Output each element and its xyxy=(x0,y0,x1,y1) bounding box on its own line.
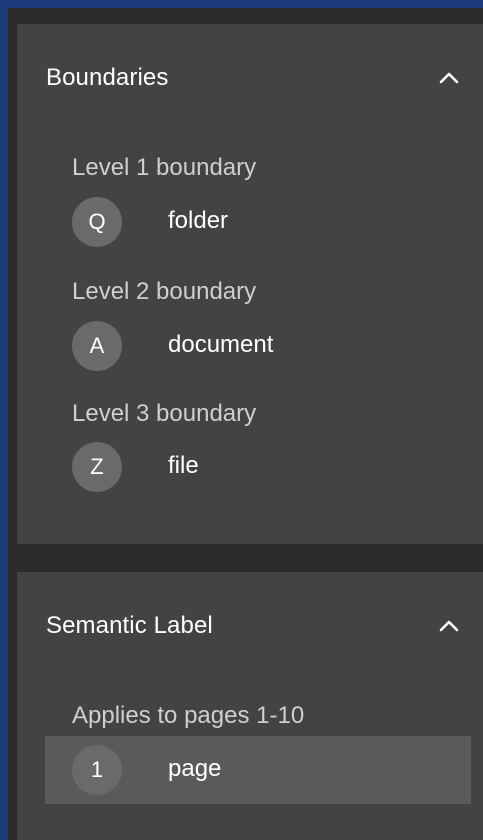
level-1-boundary-entry[interactable]: Q folder xyxy=(45,188,471,256)
avatar: Q xyxy=(72,197,122,247)
level-2-boundary-label: Level 2 boundary xyxy=(72,278,257,305)
semantic-label-entry[interactable]: 1 page xyxy=(45,736,471,804)
chevron-up-icon[interactable] xyxy=(437,614,461,638)
level-1-boundary-label: Level 1 boundary xyxy=(72,154,257,181)
level-3-boundary-label: Level 3 boundary xyxy=(72,400,257,427)
avatar: Z xyxy=(72,442,122,492)
entry-label: folder xyxy=(168,207,229,234)
chevron-up-icon[interactable] xyxy=(437,66,461,90)
entry-label: file xyxy=(168,452,199,479)
avatar: 1 xyxy=(72,745,122,795)
boundaries-title: Boundaries xyxy=(46,64,169,91)
entry-label: document xyxy=(168,331,274,358)
avatar: A xyxy=(72,321,122,371)
applies-to-pages-label: Applies to pages 1-10 xyxy=(72,702,305,729)
entry-label: page xyxy=(168,755,222,782)
level-2-boundary-entry[interactable]: A document xyxy=(45,312,471,380)
semantic-label-panel: Semantic Label Applies to pages 1-10 1 p… xyxy=(17,572,483,840)
level-3-boundary-entry[interactable]: Z file xyxy=(45,433,471,501)
semantic-label-title: Semantic Label xyxy=(46,612,213,639)
boundaries-panel: Boundaries Level 1 boundary Q folder Lev… xyxy=(17,24,483,544)
